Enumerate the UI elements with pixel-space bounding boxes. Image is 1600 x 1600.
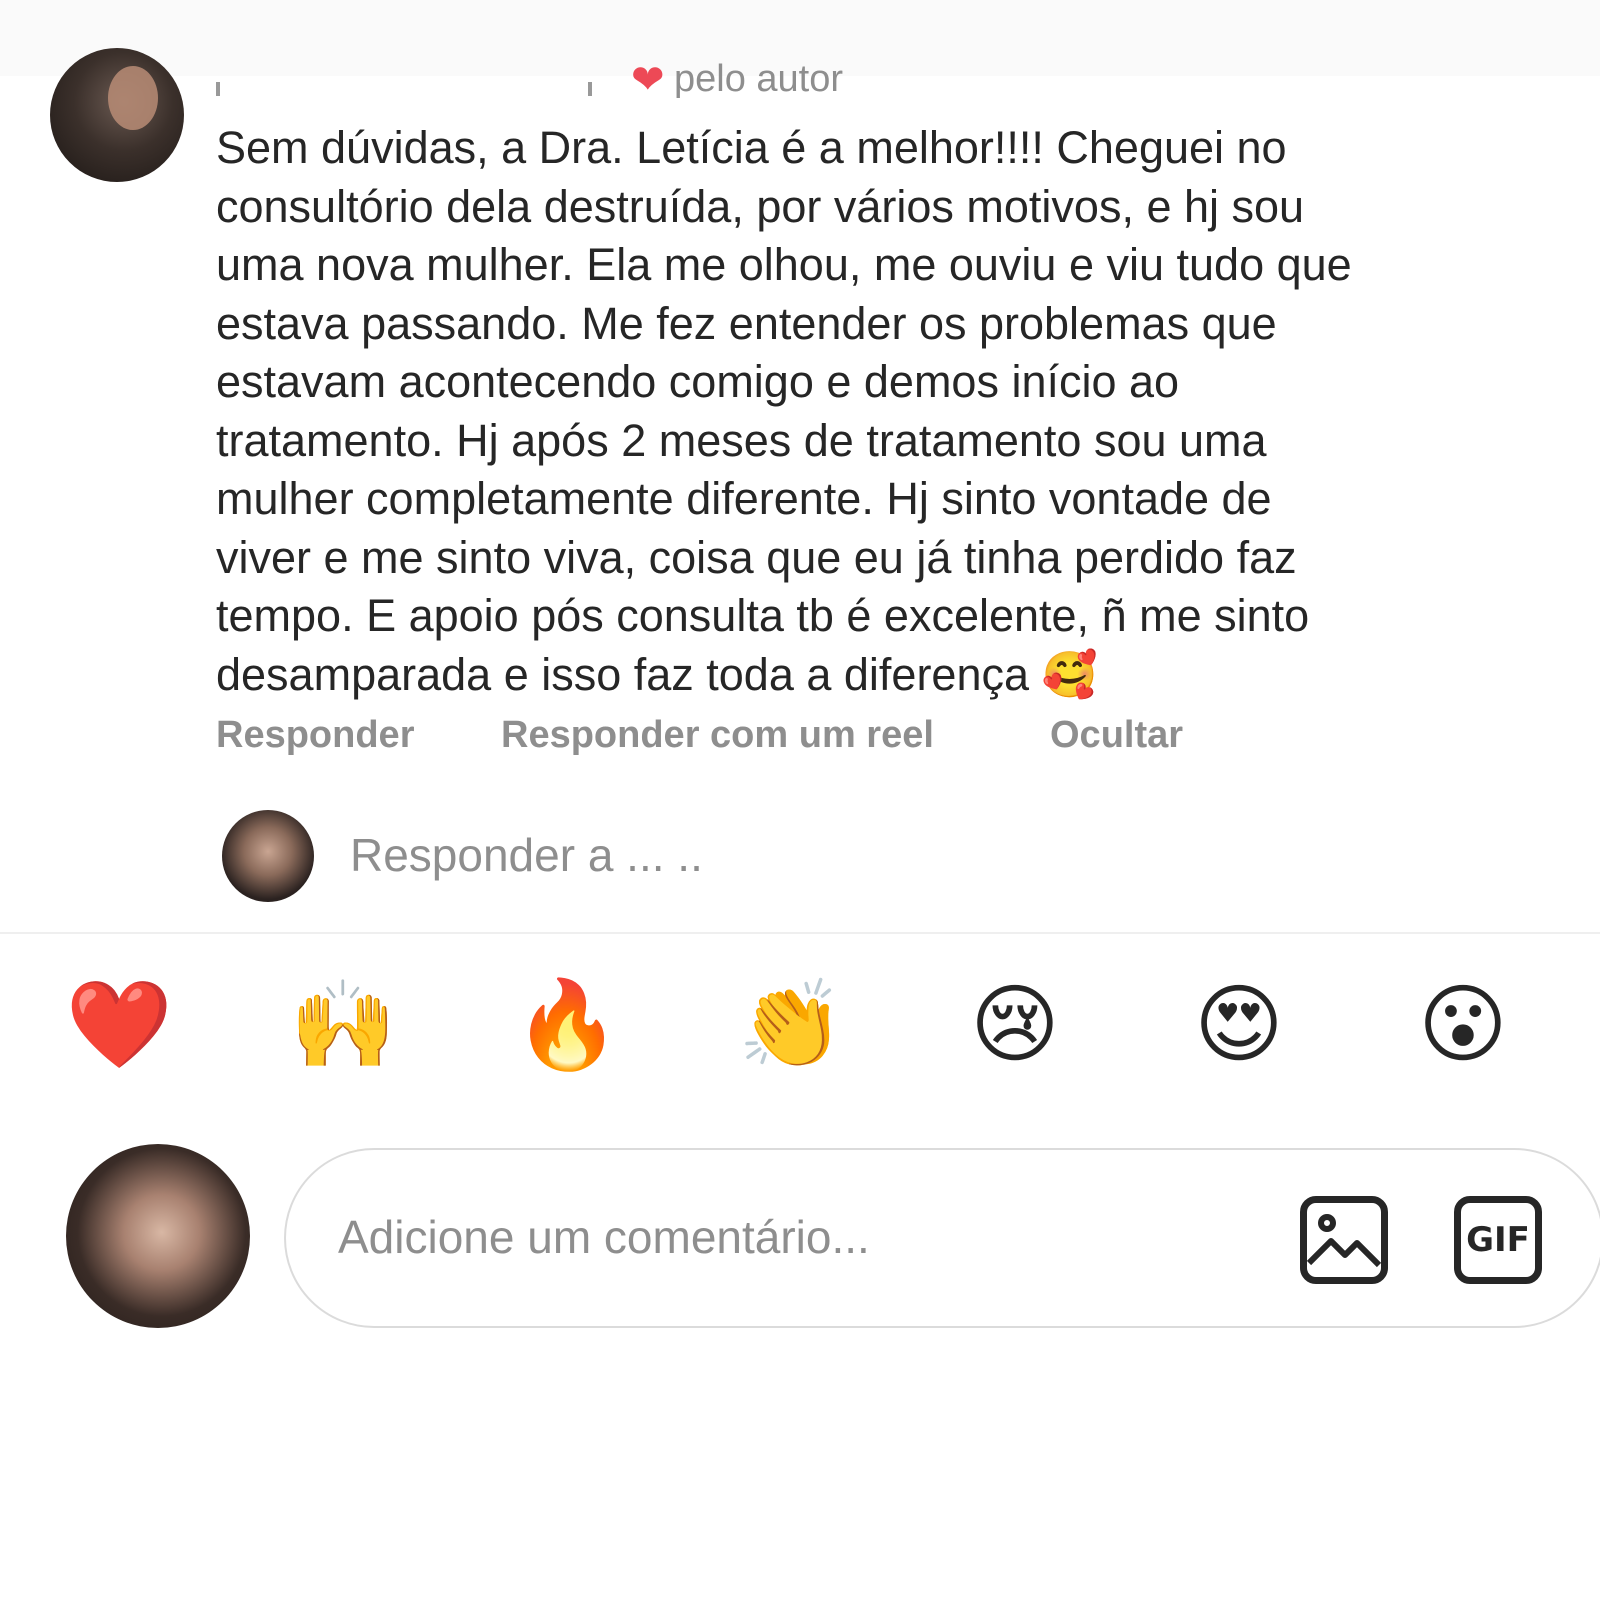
- image-icon[interactable]: [1300, 1196, 1388, 1284]
- liked-by-author-label: pelo autor: [674, 58, 844, 98]
- fire-emoji-button[interactable]: 🔥: [512, 970, 622, 1080]
- commenter-avatar[interactable]: [50, 48, 184, 182]
- raising-hands-emoji-button[interactable]: 🙌: [288, 970, 398, 1080]
- divider: [0, 932, 1600, 934]
- heart-eyes-emoji-button[interactable]: 😍: [1184, 970, 1294, 1080]
- commenter-avatar-face: [108, 66, 158, 130]
- current-user-avatar: [66, 1144, 250, 1328]
- quick-reactions-bar: ❤️ 🙌 🔥 👏 😢 😍 😮: [0, 970, 1600, 1080]
- surprised-face-emoji-button[interactable]: 😮: [1408, 970, 1518, 1080]
- comment-composer[interactable]: Adicione um comentário... GIF: [284, 1148, 1600, 1328]
- reply-with-reel-button[interactable]: Responder com um reel: [501, 714, 934, 757]
- reply-avatar: [222, 810, 314, 902]
- heart-icon: ❤: [631, 58, 665, 98]
- reply-row[interactable]: Responder a ... ..: [222, 810, 1322, 902]
- clapping-hands-emoji-button[interactable]: 👏: [736, 970, 846, 1080]
- crying-face-emoji-button[interactable]: 😢: [960, 970, 1070, 1080]
- image-icon-graphic: [1306, 1214, 1382, 1268]
- heart-emoji-button[interactable]: ❤️: [64, 970, 174, 1080]
- hide-button[interactable]: Ocultar: [1050, 714, 1183, 757]
- reply-button[interactable]: Responder: [216, 714, 414, 757]
- gif-button[interactable]: GIF: [1454, 1196, 1542, 1284]
- comment-input[interactable]: Adicione um comentário...: [338, 1210, 870, 1264]
- comment-body: Sem dúvidas, a Dra. Letícia é a melhor!!…: [216, 122, 1352, 700]
- liked-by-author-row: ❤ pelo autor: [216, 54, 916, 98]
- redacted-timestamp: [588, 82, 592, 96]
- redacted-username: [216, 82, 220, 96]
- reply-prompt[interactable]: Responder a ... ..: [350, 828, 703, 882]
